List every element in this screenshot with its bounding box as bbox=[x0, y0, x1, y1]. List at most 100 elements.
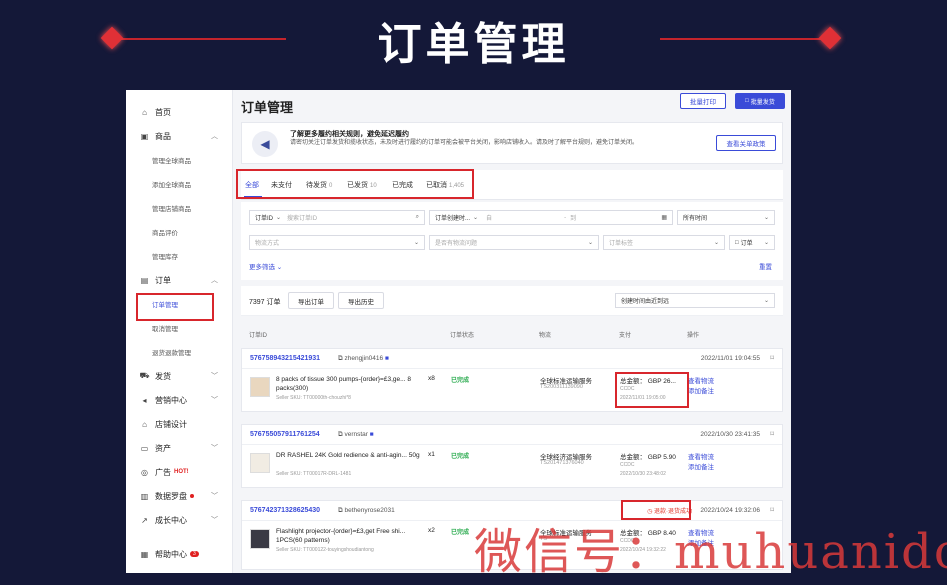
copy-icon[interactable]: ⧉ bbox=[338, 355, 343, 362]
sidebar-item-assets[interactable]: ▭ 资产 ﹀ bbox=[126, 436, 232, 460]
sidebar-sub-manage-store[interactable]: 管理店铺商品 bbox=[126, 196, 232, 220]
more-filters-link[interactable]: 更多筛选 ⌄ bbox=[249, 261, 282, 271]
copy-icon[interactable]: ⧉ bbox=[338, 431, 343, 438]
chevron-down-icon: ⌄ bbox=[413, 240, 419, 246]
sidebar-sub-reviews[interactable]: 商品评价 bbox=[126, 220, 232, 244]
product-qty: x2 bbox=[428, 527, 435, 534]
growth-icon: ↗ bbox=[141, 515, 148, 525]
export-history-button[interactable]: 导出历史 bbox=[338, 292, 384, 309]
export-orders-button[interactable]: 导出订单 bbox=[288, 292, 334, 309]
table-header: 订单ID 订单状态 物流 支付 操作 bbox=[249, 333, 700, 339]
seller-sku: Seller SKU: TT00000th-chouzhi*8 bbox=[276, 395, 351, 401]
bookmark-icon[interactable]: ⌑ bbox=[770, 354, 774, 362]
time-range-select[interactable]: 所有时间 ⌄ bbox=[677, 210, 775, 225]
chevron-down-icon: ⌄ bbox=[713, 240, 719, 246]
chevron-down-icon: ﹀ bbox=[211, 397, 218, 404]
notice-desc: 请密切关注订单发货和揽收状态，未及时进行履约的订单可能会被平台关闭，影响店铺收入… bbox=[290, 140, 639, 146]
highlight-box-payment bbox=[615, 372, 689, 408]
order-header: 576758943215421931 ⧉ zhengjin0416 ■ 2022… bbox=[242, 349, 782, 369]
chat-icon[interactable]: ■ bbox=[385, 355, 389, 362]
notification-dot bbox=[190, 494, 194, 498]
reset-link[interactable]: 重置 bbox=[759, 261, 772, 271]
sidebar-item-marketing[interactable]: ◂ 营销中心 ﹀ bbox=[126, 388, 232, 412]
created-time-range[interactable]: 订单创建时... ⌄ 自 - 到 ▦ bbox=[429, 210, 673, 225]
product-thumbnail bbox=[250, 453, 270, 473]
view-logistics-link[interactable]: 查看物流 bbox=[688, 375, 714, 385]
order-header: 576755057911761254 ⧉ vernstar ■ 2022/10/… bbox=[242, 425, 782, 445]
sidebar-item-shipping[interactable]: ⛟ 发货 ﹀ bbox=[126, 364, 232, 388]
target-icon: ◎ bbox=[141, 467, 148, 477]
product-thumbnail bbox=[250, 377, 270, 397]
sidebar-sub-manage-global[interactable]: 管理全球商品 bbox=[126, 148, 232, 172]
order-id-link[interactable]: 576742371328625430 bbox=[250, 507, 320, 514]
chat-icon[interactable]: ■ bbox=[370, 431, 374, 438]
order-status: 已完成 bbox=[451, 530, 470, 536]
deco-line-right bbox=[660, 38, 828, 40]
order-id-link[interactable]: 576755057911761254 bbox=[250, 431, 320, 438]
view-logistics-link[interactable]: 查看物流 bbox=[688, 451, 714, 461]
highlight-box-tabs bbox=[236, 169, 474, 199]
chevron-down-icon: ﹀ bbox=[211, 493, 218, 500]
sidebar-sub-returns[interactable]: 退货退款管理 bbox=[126, 340, 232, 364]
chevron-down-icon: ⌄ bbox=[473, 215, 479, 221]
buyer-name: ⧉ zhengjin0416 ■ bbox=[338, 355, 389, 362]
add-note-link[interactable]: 添加备注 bbox=[688, 385, 714, 395]
sort-select[interactable]: 创建时间由近到远 ⌄ bbox=[615, 293, 775, 308]
order-id-search[interactable]: 订单ID ⌄ 搜索订单ID ⌕ bbox=[249, 210, 425, 225]
megaphone-icon: ◀ bbox=[252, 131, 278, 157]
tracking-number: TS200311139090 bbox=[540, 384, 583, 390]
sidebar-sub-add-global[interactable]: 添加全球商品 bbox=[126, 172, 232, 196]
sidebar-item-home[interactable]: ⌂ 首页 bbox=[126, 100, 232, 124]
logistics-issue-select[interactable]: 是否有物流问题 ⌄ bbox=[429, 235, 599, 250]
sidebar-sub-inventory[interactable]: 管理库存 bbox=[126, 244, 232, 268]
chevron-down-icon: ⌄ bbox=[763, 215, 769, 221]
product-qty: x8 bbox=[428, 375, 435, 382]
order-tag-button[interactable]: □ 订单 ⌄ bbox=[729, 235, 775, 250]
add-note-link[interactable]: 添加备注 bbox=[688, 461, 714, 471]
notice-banner: ◀ 了解更多履约相关规则，避免延迟履约 请密切关注订单发货和揽收状态，未及时进行… bbox=[241, 122, 783, 164]
main-content: 订单管理 批量打印 □ 批量发货 ◀ 了解更多履约相关规则，避免延迟履约 请密切关… bbox=[233, 90, 791, 573]
help-count-badge: 3 bbox=[190, 551, 199, 557]
sidebar-item-data[interactable]: ▥ 数据罗盘 ﹀ bbox=[126, 484, 232, 508]
chart-icon: ▥ bbox=[140, 491, 149, 501]
batch-print-button[interactable]: 批量打印 bbox=[680, 93, 726, 109]
filter-panel: 订单ID ⌄ 搜索订单ID ⌕ 订单创建时... ⌄ 自 - 到 ▦ 所有时间 ⌄ 物流方式 ⌄ 是… bbox=[241, 202, 783, 280]
order-icon: ▤ bbox=[140, 275, 149, 285]
order-status: 已完成 bbox=[451, 378, 470, 384]
copy-icon[interactable]: ⧉ bbox=[338, 507, 343, 514]
order-id-link[interactable]: 576758943215421931 bbox=[250, 355, 320, 362]
buyer-name: ⧉ bethenyrose2031 bbox=[338, 507, 395, 514]
notice-title: 了解更多履约相关规则，避免延迟履约 bbox=[290, 131, 409, 138]
watermark-text: 微信号：muhuanidc bbox=[474, 524, 947, 580]
bulk-ship-button[interactable]: □ 批量发货 bbox=[735, 93, 785, 109]
seller-sku: Seller SKU: TT00017R-DRL-1481 bbox=[276, 471, 352, 477]
chevron-up-icon: ︿ bbox=[211, 277, 218, 284]
shipping-method-select[interactable]: 物流方式 ⌄ bbox=[249, 235, 425, 250]
sidebar-item-ads[interactable]: ◎ 广告 HOT! bbox=[126, 460, 232, 484]
payment-date: 2022/10/30 23:48:02 bbox=[620, 471, 666, 477]
order-tag-select[interactable]: 订单标签 ⌄ bbox=[603, 235, 725, 250]
sidebar-item-orders[interactable]: ▤ 订单 ︿ bbox=[126, 268, 232, 292]
buyer-name: ⧉ vernstar ■ bbox=[338, 431, 374, 438]
tag-icon: □ bbox=[735, 239, 739, 246]
store-icon: ⌂ bbox=[142, 419, 147, 429]
chevron-down-icon: ⌄ bbox=[763, 240, 769, 246]
product-name[interactable]: DR RASHEL 24K Gold redience & anti-agin.… bbox=[276, 451, 426, 460]
product-qty: x1 bbox=[428, 451, 435, 458]
order-row: 576758943215421931 ⧉ zhengjin0416 ■ 2022… bbox=[241, 348, 783, 412]
sidebar-item-store-design[interactable]: ⌂ 店铺设计 bbox=[126, 412, 232, 436]
product-thumbnail bbox=[250, 529, 270, 549]
box-icon: ▣ bbox=[140, 131, 149, 141]
app-screenshot: ⌂ 首页 ▣ 商品 ︿ 管理全球商品 添加全球商品 管理店铺商品 商品评价 管理库存 … bbox=[126, 90, 791, 573]
product-name[interactable]: 8 packs of tissue 300 pumps-{order}=£3,g… bbox=[276, 375, 426, 393]
order-total: 总金额： GBP 5.90 bbox=[620, 454, 676, 461]
view-policy-button[interactable]: 查看关单政策 bbox=[716, 135, 776, 151]
sidebar-item-growth[interactable]: ↗ 成长中心 ﹀ bbox=[126, 508, 232, 532]
highlight-box-sidebar bbox=[136, 293, 214, 321]
bookmark-icon[interactable]: ⌑ bbox=[770, 430, 774, 438]
hot-badge: HOT! bbox=[174, 469, 189, 475]
product-name[interactable]: Flashlight projector-{order}=£3,get Free… bbox=[276, 527, 426, 545]
seller-sku: Seller SKU: TT000122-touyingshoudiantong bbox=[276, 547, 374, 553]
sidebar-item-products[interactable]: ▣ 商品 ︿ bbox=[126, 124, 232, 148]
sidebar-item-help[interactable]: ▦ 帮助中心 3 bbox=[126, 542, 232, 566]
